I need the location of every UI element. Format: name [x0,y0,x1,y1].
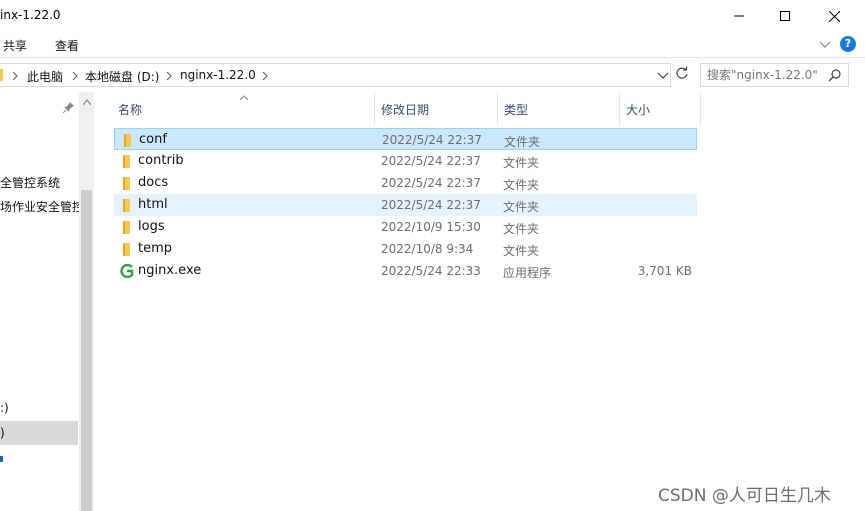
file-row[interactable]: conf 2022/5/24 22:37 文件夹 [114,128,697,150]
nav-item-drive-d: ) [0,426,5,440]
file-row[interactable]: logs 2022/10/9 15:30 文件夹 [114,216,697,238]
search-icon[interactable] [828,68,842,82]
file-date: 2022/5/24 22:37 [381,154,481,168]
maximize-icon [780,11,790,21]
chevron-down-icon[interactable] [817,36,833,52]
folder-icon [0,69,3,81]
tab-share[interactable]: 共享 [3,37,27,54]
chevron-right-icon[interactable] [261,72,269,80]
column-header-size[interactable]: 大小 [620,92,700,125]
scroll-up-icon[interactable] [83,99,91,105]
chevron-right-icon[interactable] [165,72,173,80]
search-input[interactable] [707,67,825,83]
column-header-type-label: 类型 [504,103,529,117]
watermark: CSDN @人可日生几木 [658,486,831,506]
file-name: nginx.exe [138,263,202,278]
breadcrumb-this-pc[interactable]: 此电脑 [27,68,63,85]
file-date: 2022/10/8 9:34 [381,242,474,256]
chevron-down-icon[interactable] [656,68,670,82]
navigation-pane: 全管控系统 场作业安全管控 :) ) [0,92,95,511]
file-row[interactable]: html 2022/5/24 22:37 文件夹 [114,194,697,216]
column-header-name[interactable]: 名称 [112,92,374,125]
nav-scrollbar[interactable] [79,92,94,511]
file-date: 2022/5/24 22:37 [381,176,481,190]
chevron-right-icon[interactable] [71,72,79,80]
minimize-button[interactable] [716,0,762,32]
minimize-icon [734,15,744,17]
nav-scroll-thumb[interactable] [81,190,92,511]
close-icon [828,10,840,22]
column-header-date[interactable]: 修改日期 [375,92,497,125]
file-date: 2022/10/9 15:30 [381,220,481,234]
folder-icon [121,133,133,147]
folder-icon [120,242,132,256]
file-row[interactable]: temp 2022/10/8 9:34 文件夹 [114,238,697,260]
nginx-exe-icon [120,263,134,279]
file-date: 2022/5/24 22:33 [381,264,481,278]
title-bar: inx-1.22.0 [0,0,865,32]
address-field[interactable]: 此电脑 本地磁盘 (D:) nginx-1.22.0 [0,63,671,87]
ribbon: 共享 查看 ? [0,32,865,58]
file-name: docs [138,175,169,190]
chevron-right-icon[interactable] [11,72,19,80]
maximize-button[interactable] [762,0,808,32]
column-divider[interactable] [700,92,701,125]
file-type: 文件夹 [503,156,540,170]
refresh-icon[interactable] [675,66,689,80]
file-name: conf [139,132,167,147]
file-date: 2022/5/24 22:37 [381,198,481,212]
help-icon[interactable]: ? [840,36,856,52]
breadcrumb-local-disk[interactable]: 本地磁盘 (D:) [85,68,159,85]
file-name: contrib [138,153,184,168]
folder-icon [120,154,132,168]
nav-item-control-system[interactable]: 全管控系统 [0,174,60,191]
folder-icon [120,220,132,234]
search-box[interactable] [700,63,849,87]
network-icon [0,456,3,462]
file-type: 文件夹 [504,135,541,149]
file-type: 文件夹 [503,178,540,192]
tab-view[interactable]: 查看 [55,37,79,54]
file-type: 文件夹 [503,200,540,214]
column-header-size-label: 大小 [626,103,651,117]
file-name: logs [138,219,165,234]
column-header-type[interactable]: 类型 [498,92,619,125]
file-list: 名称 修改日期 类型 大小 conf 2022/5/24 22:37 文件夹 cont… [96,92,865,511]
file-row[interactable]: nginx.exe 2022/5/24 22:33 应用程序 3,701 KB [114,260,697,282]
file-type: 文件夹 [503,222,540,236]
file-type: 应用程序 [503,266,552,280]
address-bar: 此电脑 本地磁盘 (D:) nginx-1.22.0 [0,60,865,91]
pin-icon[interactable] [63,101,75,113]
folder-icon [120,198,132,212]
file-type: 文件夹 [503,244,540,258]
column-header-name-label: 名称 [118,103,143,117]
folder-icon [120,176,132,190]
file-row[interactable]: docs 2022/5/24 22:37 文件夹 [114,172,697,194]
file-row[interactable]: contrib 2022/5/24 22:37 文件夹 [114,150,697,172]
file-name: html [138,197,168,212]
file-date: 2022/5/24 22:37 [382,133,482,147]
nav-item-drive-c[interactable]: :) [0,401,9,415]
file-name: temp [138,241,173,256]
close-button[interactable] [811,0,857,32]
column-header-date-label: 修改日期 [381,103,430,117]
nav-item-selected[interactable]: ) [0,421,78,445]
window-title: inx-1.22.0 [0,8,61,22]
breadcrumb-nginx[interactable]: nginx-1.22.0 [180,68,256,82]
nav-item-safety-control[interactable]: 场作业安全管控 [0,198,84,215]
file-size: 3,701 KB [637,264,692,278]
